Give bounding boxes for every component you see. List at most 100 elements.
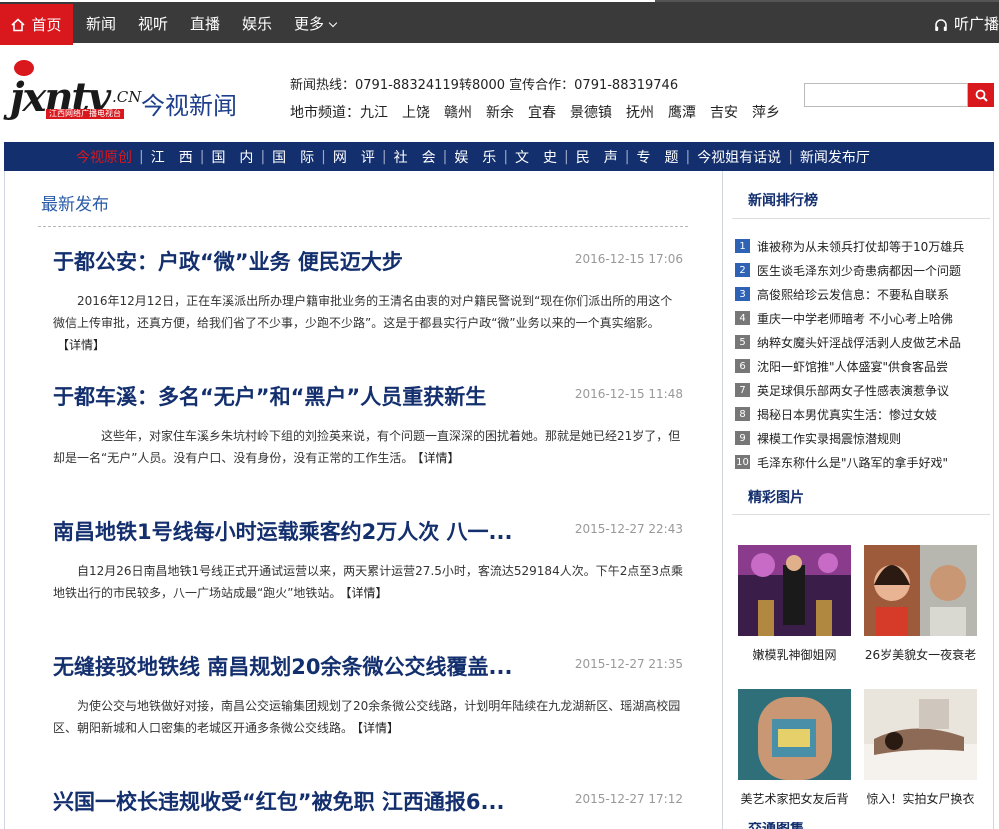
channel-original[interactable]: 今视原创 [70, 147, 138, 167]
city-link[interactable]: 萍乡 [752, 102, 780, 122]
ranking-item-text: 揭秘日本男优真实生活：惨过女妓 [757, 407, 938, 422]
ranking-item-text: 英足球俱乐部两女子性感表演惹争议 [757, 383, 950, 398]
article-summary: 这些年，对家住车溪乡朱坑村岭下组的刘捡英来说，有个问题一直深深的困扰着她。那就是… [53, 425, 683, 469]
pictures-divider [732, 514, 990, 515]
channel-history[interactable]: 文 史 [509, 147, 563, 167]
ranking-item[interactable]: 4 重庆一中学老师暗考 不小心考上哈佛 [735, 306, 990, 330]
ranking-title: 新闻排行榜 [748, 193, 818, 209]
picture-item[interactable]: 惊入！实拍女尸换衣 [864, 689, 977, 807]
rank-number-badge: 1 [735, 239, 750, 253]
channel-society[interactable]: 社 会 [388, 147, 442, 167]
article-details-link[interactable]: 【详情】 [345, 586, 387, 600]
site-logo[interactable]: jxntv .CN 江西网络广播电视台 今视新闻 [8, 60, 258, 121]
separator: | [381, 148, 387, 165]
rank-number-badge: 2 [735, 263, 750, 277]
article-date: 2016-12-15 11:48 [574, 387, 683, 401]
article-title-link[interactable]: 于都公安：户政“微”业务 便民迈大步 [53, 246, 533, 276]
article-details-link[interactable]: 【详情】 [417, 451, 459, 465]
separator: | [199, 148, 205, 165]
article-date: 2015-12-27 21:35 [574, 657, 683, 671]
city-link[interactable]: 九江 [360, 102, 388, 122]
brand-name: 今视新闻 [141, 92, 237, 120]
separator: | [788, 148, 793, 165]
channel-entertainment[interactable]: 娱 乐 [448, 147, 502, 167]
city-link[interactable]: 景德镇 [570, 102, 612, 122]
listen-radio-link[interactable]: 听广播 [934, 4, 999, 45]
separator: | [503, 148, 509, 165]
ranking-item[interactable]: 10 毛泽东称什么是"八路军的拿手好戏" [735, 450, 990, 474]
channel-public-voice[interactable]: 民 声 [570, 147, 624, 167]
ranking-item[interactable]: 2 医生谈毛泽东刘少奇患病都因一个问题 [735, 258, 990, 282]
channel-jiangxi[interactable]: 江 西 [145, 147, 199, 167]
article-date: 2015-12-27 17:12 [574, 792, 683, 806]
picture-item[interactable]: 美艺术家把女友后背 [738, 689, 851, 807]
headphones-icon [935, 18, 947, 31]
channel-sister-says[interactable]: 今视姐有话说 [691, 147, 787, 167]
ranking-item-text: 高俊熙给珍云发信息：不要私自联系 [757, 287, 950, 302]
ranking-divider [732, 218, 990, 219]
article-summary: 自12月26日南昌地铁1号线正式开通试运营以来，两天累计运营27.5小时，客流达… [53, 560, 683, 604]
picture-caption: 26岁美貌女一夜衰老 [864, 648, 977, 662]
picture-caption: 嫩模乳神御姐网 [752, 648, 837, 662]
city-link[interactable]: 宜春 [528, 102, 556, 122]
chevron-down-icon [328, 18, 338, 28]
article-item: 兴国一校长违规收受“红包”被免职 江西通报6... 2015-12-27 17:… [53, 786, 683, 816]
ranking-item[interactable]: 1 谁被称为从未领兵打仗却等于10万雄兵 [735, 234, 990, 258]
ranking-item[interactable]: 6 沈阳一虾馆推"人体盛宴"供食客品尝 [735, 354, 990, 378]
ranking-item-text: 沈阳一虾馆推"人体盛宴"供食客品尝 [757, 359, 949, 374]
article-summary-text: 这些年，对家住车溪乡朱坑村岭下组的刘捡英来说，有个问题一直深深的困扰着她。那就是… [53, 429, 681, 465]
article-item: 南昌地铁1号线每小时运载乘客约2万人次 八一... 2015-12-27 22:… [53, 516, 683, 604]
rank-number-badge: 5 [735, 335, 750, 349]
article-title-link[interactable]: 南昌地铁1号线每小时运载乘客约2万人次 八一... [53, 516, 533, 546]
city-link[interactable]: 上饶 [402, 102, 430, 122]
separator: | [139, 148, 144, 165]
article-title-link[interactable]: 兴国一校长违规收受“红包”被免职 江西通报6... [53, 786, 533, 816]
picture-caption: 惊入！实拍女尸换衣 [866, 792, 975, 806]
channel-international[interactable]: 国 际 [266, 147, 320, 167]
city-link[interactable]: 赣州 [444, 102, 472, 122]
ranking-item[interactable]: 3 高俊熙给珍云发信息：不要私自联系 [735, 282, 990, 306]
search-input[interactable] [804, 83, 968, 107]
nav-news[interactable]: 新闻 [86, 4, 116, 45]
nav-more[interactable]: 更多 [294, 4, 338, 45]
photo-thumbnail [864, 689, 977, 780]
nav-more-label: 更多 [294, 15, 325, 33]
ranking-item[interactable]: 7 英足球俱乐部两女子性感表演惹争议 [735, 378, 990, 402]
ranking-item[interactable]: 9 裸模工作实录揭震惊潜规则 [735, 426, 990, 450]
channel-nav: 今视原创 | 江 西 | 国 内 | 国 际 | 网 评 | 社 会 | 娱 乐 | 文 史 |… [4, 142, 994, 171]
search-button[interactable] [968, 83, 994, 107]
ranking-item[interactable]: 5 纳粹女魔头奸淫战俘活剥人皮做艺术品 [735, 330, 990, 354]
home-icon [11, 17, 26, 31]
ranking-list: 1 谁被称为从未领兵打仗却等于10万雄兵 2 医生谈毛泽东刘少奇患病都因一个问题 3… [735, 234, 990, 474]
channel-topics[interactable]: 专 题 [630, 147, 684, 167]
article-title-link[interactable]: 无缝接驳地铁线 南昌规划20余条微公交线覆盖... [53, 651, 533, 681]
city-link[interactable]: 新余 [486, 102, 514, 122]
city-link[interactable]: 吉安 [710, 102, 738, 122]
separator: | [685, 148, 691, 165]
nav-entertainment[interactable]: 娱乐 [242, 4, 272, 45]
rank-number-badge: 10 [735, 455, 750, 469]
frame-border [993, 171, 994, 829]
channel-press-hall[interactable]: 新闻发布厅 [794, 147, 876, 167]
search-icon [975, 89, 988, 102]
ranking-item[interactable]: 8 揭秘日本男优真实生活：惨过女妓 [735, 402, 990, 426]
city-link[interactable]: 抚州 [626, 102, 654, 122]
city-link[interactable]: 鹰潭 [668, 102, 696, 122]
nav-video[interactable]: 视听 [138, 4, 168, 45]
ranking-item-text: 裸模工作实录揭震惊潜规则 [757, 431, 902, 446]
channel-commentary[interactable]: 网 评 [327, 147, 381, 167]
article-details-link[interactable]: 【详情】 [57, 338, 105, 352]
city-channels-label: 地市频道： [290, 105, 360, 121]
nav-live[interactable]: 直播 [190, 4, 220, 45]
frame-border [4, 171, 5, 829]
article-details-link[interactable]: 【详情】 [357, 721, 399, 735]
picture-item[interactable]: 嫩模乳神御姐网 [738, 545, 851, 663]
picture-item[interactable]: 26岁美貌女一夜衰老 [864, 545, 977, 663]
photo-thumbnail [738, 545, 851, 636]
nav-home-tab[interactable]: 首页 [0, 4, 73, 45]
search-bar [804, 83, 994, 107]
top-nav-bar: 首页 新闻 视听 直播 娱乐 更多 听广播 [0, 0, 999, 45]
channel-domestic[interactable]: 国 内 [205, 147, 259, 167]
article-title-link[interactable]: 于都车溪：多名“无户”和“黑户”人员重获新生 [53, 381, 553, 411]
ranking-item-text: 重庆一中学老师暗考 不小心考上哈佛 [757, 311, 953, 326]
